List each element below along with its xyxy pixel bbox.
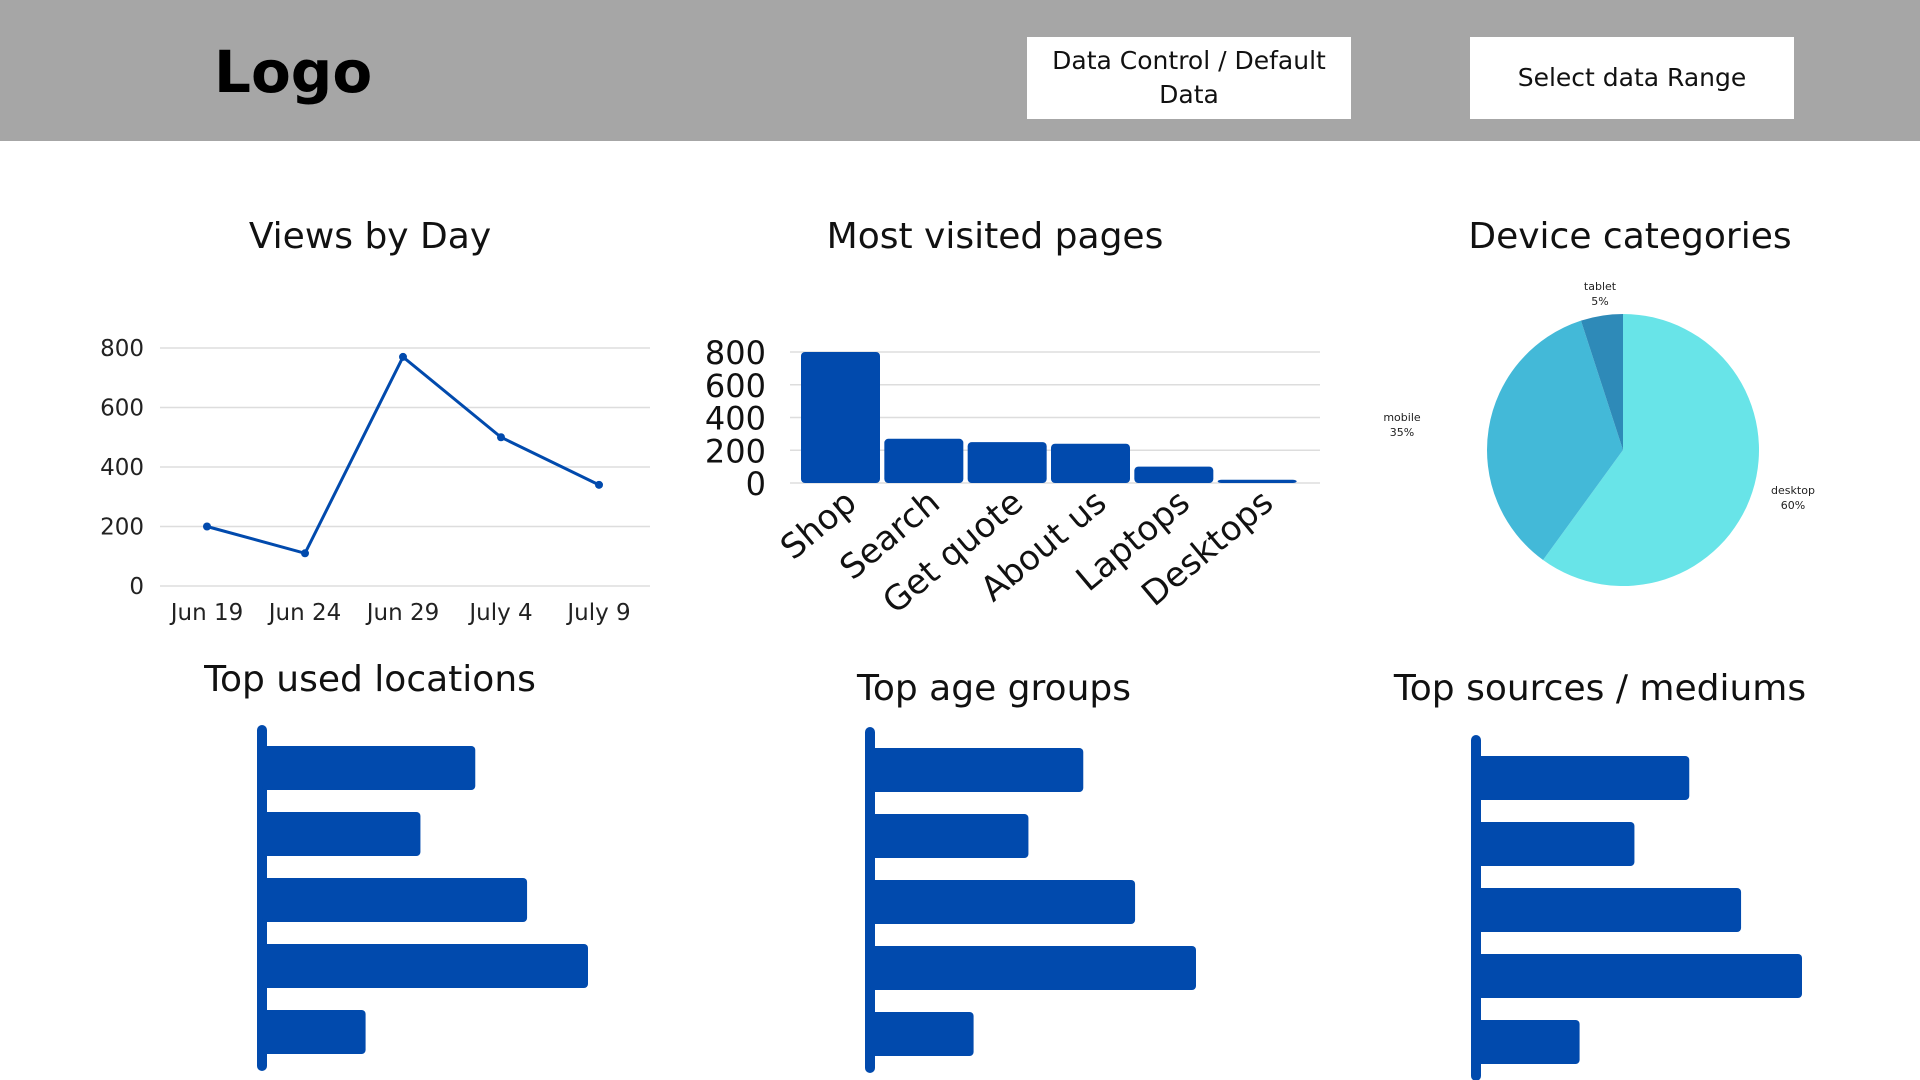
top-used-locations-bar-chart bbox=[257, 725, 588, 1071]
y-tick-label: 0 bbox=[746, 465, 766, 503]
x-tick-label: Jun 29 bbox=[365, 600, 440, 626]
pie-label-mobile: mobile bbox=[1383, 411, 1421, 424]
hbar bbox=[870, 946, 1196, 990]
x-tick-label: July 4 bbox=[467, 600, 532, 626]
data-point bbox=[595, 480, 603, 489]
hbar bbox=[1476, 1020, 1580, 1064]
y-tick-label: 600 bbox=[705, 367, 766, 405]
y-tick-label: 400 bbox=[705, 400, 766, 438]
hbar bbox=[262, 1010, 366, 1054]
data-point bbox=[301, 549, 309, 558]
views-series-line bbox=[206, 354, 600, 556]
hbar bbox=[1476, 822, 1635, 866]
views-by-day-line-chart: 0 200 400 600 800 Jun 19 Jun 24 Jun 29 July 4 Jul… bbox=[100, 336, 650, 626]
y-tick-label: 400 bbox=[100, 455, 144, 481]
x-tick-label: July 9 bbox=[565, 600, 630, 626]
data-control-button[interactable]: Data Control / Default Data bbox=[1027, 37, 1351, 119]
y-tick-label: 0 bbox=[129, 574, 144, 600]
x-tick-label: Jun 19 bbox=[169, 600, 244, 626]
most-visited-pages-title: Most visited pages bbox=[826, 216, 1164, 257]
top-header-bar: Logo Data Control / Default Data Select … bbox=[0, 0, 1920, 141]
hbar bbox=[870, 880, 1136, 924]
top-age-groups-title: Top age groups bbox=[856, 668, 1131, 709]
bar bbox=[1134, 466, 1214, 483]
bar bbox=[801, 352, 880, 483]
data-point bbox=[203, 522, 211, 531]
data-point bbox=[399, 352, 407, 361]
bar bbox=[967, 442, 1047, 483]
hbar bbox=[870, 748, 1084, 792]
bar bbox=[884, 438, 964, 483]
most-visited-pages-bar-chart: 0200400600800ShopSearchGet quoteAbout us… bbox=[705, 334, 1320, 622]
top-sources-mediums-title: Top sources / mediums bbox=[1393, 668, 1807, 709]
pie-label-desktop: desktop bbox=[1771, 484, 1815, 497]
pie-label-tablet: tablet bbox=[1584, 280, 1617, 293]
device-categories-title: Device categories bbox=[1468, 216, 1792, 257]
x-tick-label: Jun 24 bbox=[267, 600, 342, 626]
top-used-locations-title: Top used locations bbox=[204, 659, 536, 700]
hbar bbox=[262, 878, 528, 922]
hbar bbox=[870, 1012, 974, 1056]
bar bbox=[1217, 479, 1297, 483]
y-tick-label: 800 bbox=[100, 336, 144, 362]
hbar bbox=[1476, 954, 1802, 998]
y-tick-label: 600 bbox=[100, 396, 144, 422]
bar bbox=[1051, 443, 1130, 483]
hbar bbox=[870, 814, 1029, 858]
device-categories-pie-chart: desktop 60% mobile 35% tablet 5% bbox=[1383, 280, 1815, 586]
pie-pct-mobile: 35% bbox=[1390, 426, 1414, 439]
y-tick-label: 200 bbox=[100, 515, 144, 541]
views-by-day-title: Views by Day bbox=[248, 216, 492, 257]
top-age-groups-bar-chart bbox=[865, 727, 1196, 1073]
hbar bbox=[262, 812, 421, 856]
pie-pct-desktop: 60% bbox=[1781, 499, 1805, 512]
y-tick-label: 800 bbox=[705, 334, 766, 372]
y-tick-label: 200 bbox=[705, 432, 766, 470]
hbar bbox=[1476, 888, 1742, 932]
select-date-range-button[interactable]: Select data Range bbox=[1470, 37, 1794, 119]
data-point bbox=[497, 433, 505, 442]
hbar bbox=[262, 944, 588, 988]
top-sources-mediums-bar-chart bbox=[1471, 735, 1802, 1080]
hbar bbox=[1476, 756, 1690, 800]
hbar bbox=[262, 746, 476, 790]
pie-pct-tablet: 5% bbox=[1591, 295, 1608, 308]
logo: Logo bbox=[214, 38, 373, 106]
